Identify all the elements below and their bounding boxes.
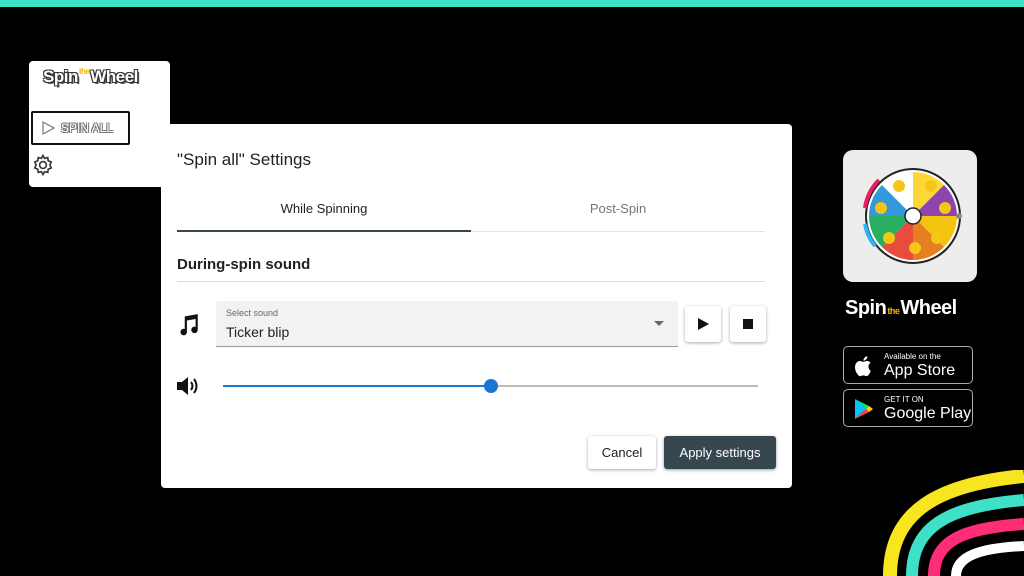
top-accent-bar xyxy=(0,0,1024,7)
play-outline-icon xyxy=(42,121,55,135)
googleplay-big-text: Google Play xyxy=(884,405,972,422)
dropdown-caret-icon xyxy=(654,321,664,326)
music-note-icon xyxy=(180,314,198,336)
spin-all-button[interactable]: SPIN ALL xyxy=(31,111,130,145)
sound-select[interactable]: Select sound Ticker blip xyxy=(216,301,678,347)
app-store-badge[interactable]: Available on the App Store xyxy=(843,346,973,384)
tab-while-spinning[interactable]: While Spinning xyxy=(177,196,471,232)
play-icon xyxy=(698,318,709,330)
logo-text-wheel: Wheel xyxy=(90,67,138,86)
brand-wordmark: SpintheWheel xyxy=(845,297,985,320)
logo-text-the: the xyxy=(78,67,90,76)
mini-app-panel: SpintheWheel SPIN ALL xyxy=(29,61,170,187)
apple-icon xyxy=(855,356,871,377)
googleplay-small-text: GET IT ON xyxy=(884,395,924,404)
gear-icon[interactable] xyxy=(31,153,55,177)
brand-text-wheel: Wheel xyxy=(900,297,957,319)
brand-text-spin: Spin xyxy=(845,297,887,319)
tab-bar: While Spinning Post-Spin xyxy=(177,196,765,232)
logo-text-spin: Spin xyxy=(43,67,78,86)
volume-slider-fill xyxy=(223,385,491,387)
brand-text-the: the xyxy=(887,306,900,316)
spin-all-label: SPIN ALL xyxy=(61,121,114,135)
google-play-badge[interactable]: GET IT ON Google Play xyxy=(843,389,973,427)
stop-sound-button[interactable] xyxy=(730,306,766,342)
dialog-title: "Spin all" Settings xyxy=(177,150,311,169)
volume-slider[interactable] xyxy=(223,376,758,396)
appstore-big-text: App Store xyxy=(884,362,956,379)
tab-post-spin[interactable]: Post-Spin xyxy=(471,196,765,231)
google-play-icon xyxy=(855,399,873,419)
stop-icon xyxy=(743,319,753,329)
volume-slider-thumb[interactable] xyxy=(483,379,498,393)
app-icon xyxy=(843,150,977,282)
section-divider xyxy=(177,281,765,282)
app-logo: SpintheWheel xyxy=(43,67,138,87)
spin-all-settings-dialog: "Spin all" Settings While Spinning Post-… xyxy=(161,124,792,488)
section-title: During-spin sound xyxy=(177,256,311,273)
appstore-small-text: Available on the xyxy=(884,352,941,361)
wheel-icon xyxy=(863,168,962,264)
play-sound-button[interactable] xyxy=(685,306,721,342)
volume-icon xyxy=(177,377,198,395)
cancel-button[interactable]: Cancel xyxy=(588,436,656,469)
apply-settings-button[interactable]: Apply settings xyxy=(664,436,776,469)
sound-select-value: Ticker blip xyxy=(226,324,290,340)
decorative-stripes xyxy=(883,470,1024,576)
sound-select-label: Select sound xyxy=(226,308,279,318)
